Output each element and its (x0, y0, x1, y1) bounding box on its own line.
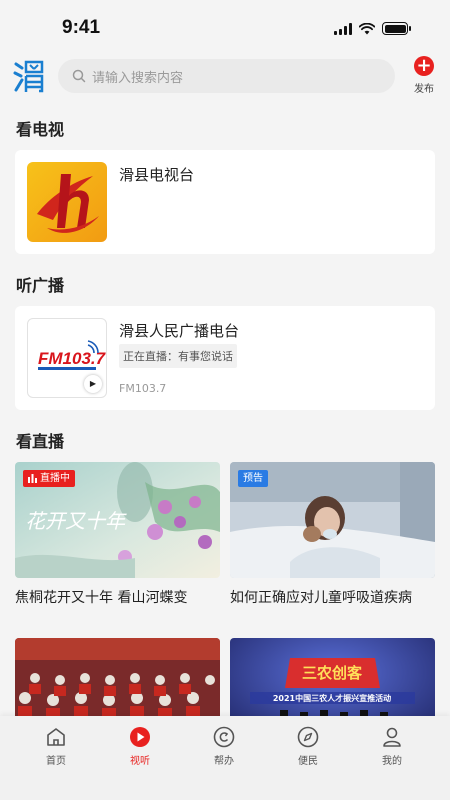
tv-station-card[interactable]: 滑县电视台 (15, 150, 435, 254)
section-title-live: 看直播 (16, 432, 65, 451)
user-icon (383, 727, 401, 747)
help-icon (213, 726, 235, 748)
battery-icon (382, 22, 411, 35)
tv-station-logo (27, 162, 107, 242)
video-thumbnail: 花开又十年 直播中 (15, 462, 220, 578)
tab-profile[interactable]: 我的 (367, 726, 417, 767)
tab-label: 首页 (46, 756, 66, 767)
video-card[interactable]: 花开又十年 直播中 焦桐花开又十年 看山河蝶变 (15, 462, 220, 607)
video-title: 焦桐花开又十年 看山河蝶变 (15, 590, 188, 606)
live-bars-icon (28, 474, 37, 483)
app-logo[interactable] (13, 58, 45, 94)
radio-station-logo: FM103.7 ▶ (27, 318, 107, 398)
radio-station-name: 滑县人民广播电台 (119, 322, 240, 340)
wifi-icon (359, 22, 375, 34)
radio-station-card[interactable]: FM103.7 ▶ 滑县人民广播电台 正在直播：有事您说话 FM103.7 (15, 306, 435, 410)
header: 请输入搜索内容 + 发布 (0, 56, 450, 100)
tab-label: 便民 (298, 756, 318, 767)
live-badge: 直播中 (23, 470, 75, 487)
live-badge-label: 直播中 (40, 473, 70, 484)
preview-badge: 预告 (238, 470, 268, 487)
section-title-radio: 听广播 (16, 276, 65, 295)
radio-play-button[interactable]: ▶ (84, 375, 102, 393)
tab-services[interactable]: 便民 (283, 726, 333, 767)
radio-live-status: 正在直播：有事您说话 (119, 344, 237, 368)
radio-frequency: FM103.7 (119, 382, 167, 395)
status-time: 9:41 (62, 17, 101, 38)
status-bar: 9:41 (0, 0, 450, 56)
status-icons (334, 22, 411, 35)
play-icon (130, 727, 150, 747)
video-card[interactable]: 预告 如何正确应对儿童呼吸道疾病 (230, 462, 435, 607)
radio-logo-text: FM103.7 (38, 349, 107, 368)
tab-label: 我的 (382, 756, 402, 767)
tv-station-name: 滑县电视台 (119, 166, 195, 184)
bottom-tab-bar: 首页 视听 帮办 便民 我的 (0, 716, 450, 800)
tab-home[interactable]: 首页 (31, 726, 81, 767)
video-thumb-calligraphy: 花开又十年 (25, 509, 127, 533)
search-bar[interactable]: 请输入搜索内容 (58, 59, 395, 93)
search-icon (72, 69, 86, 83)
publish-label: 发布 (414, 84, 434, 95)
video-thumbnail: 预告 (230, 462, 435, 578)
video-thumb-caption: 2021中国三农人才振兴宣推活动 (273, 693, 391, 703)
plus-icon: + (414, 56, 434, 76)
tab-label: 帮办 (214, 756, 234, 767)
search-placeholder: 请输入搜索内容 (92, 70, 184, 86)
publish-button[interactable]: + 发布 (410, 56, 438, 95)
svg-text:三农创客: 三农创客 (302, 664, 363, 682)
video-title: 如何正确应对儿童呼吸道疾病 (230, 590, 412, 606)
compass-icon (297, 726, 319, 748)
preview-badge-label: 预告 (243, 473, 263, 484)
tab-audio-video[interactable]: 视听 (115, 726, 165, 767)
home-icon (47, 728, 65, 746)
signal-icon (334, 22, 352, 35)
section-title-tv: 看电视 (16, 120, 65, 139)
tab-help[interactable]: 帮办 (199, 726, 249, 767)
tab-label: 视听 (130, 756, 150, 767)
